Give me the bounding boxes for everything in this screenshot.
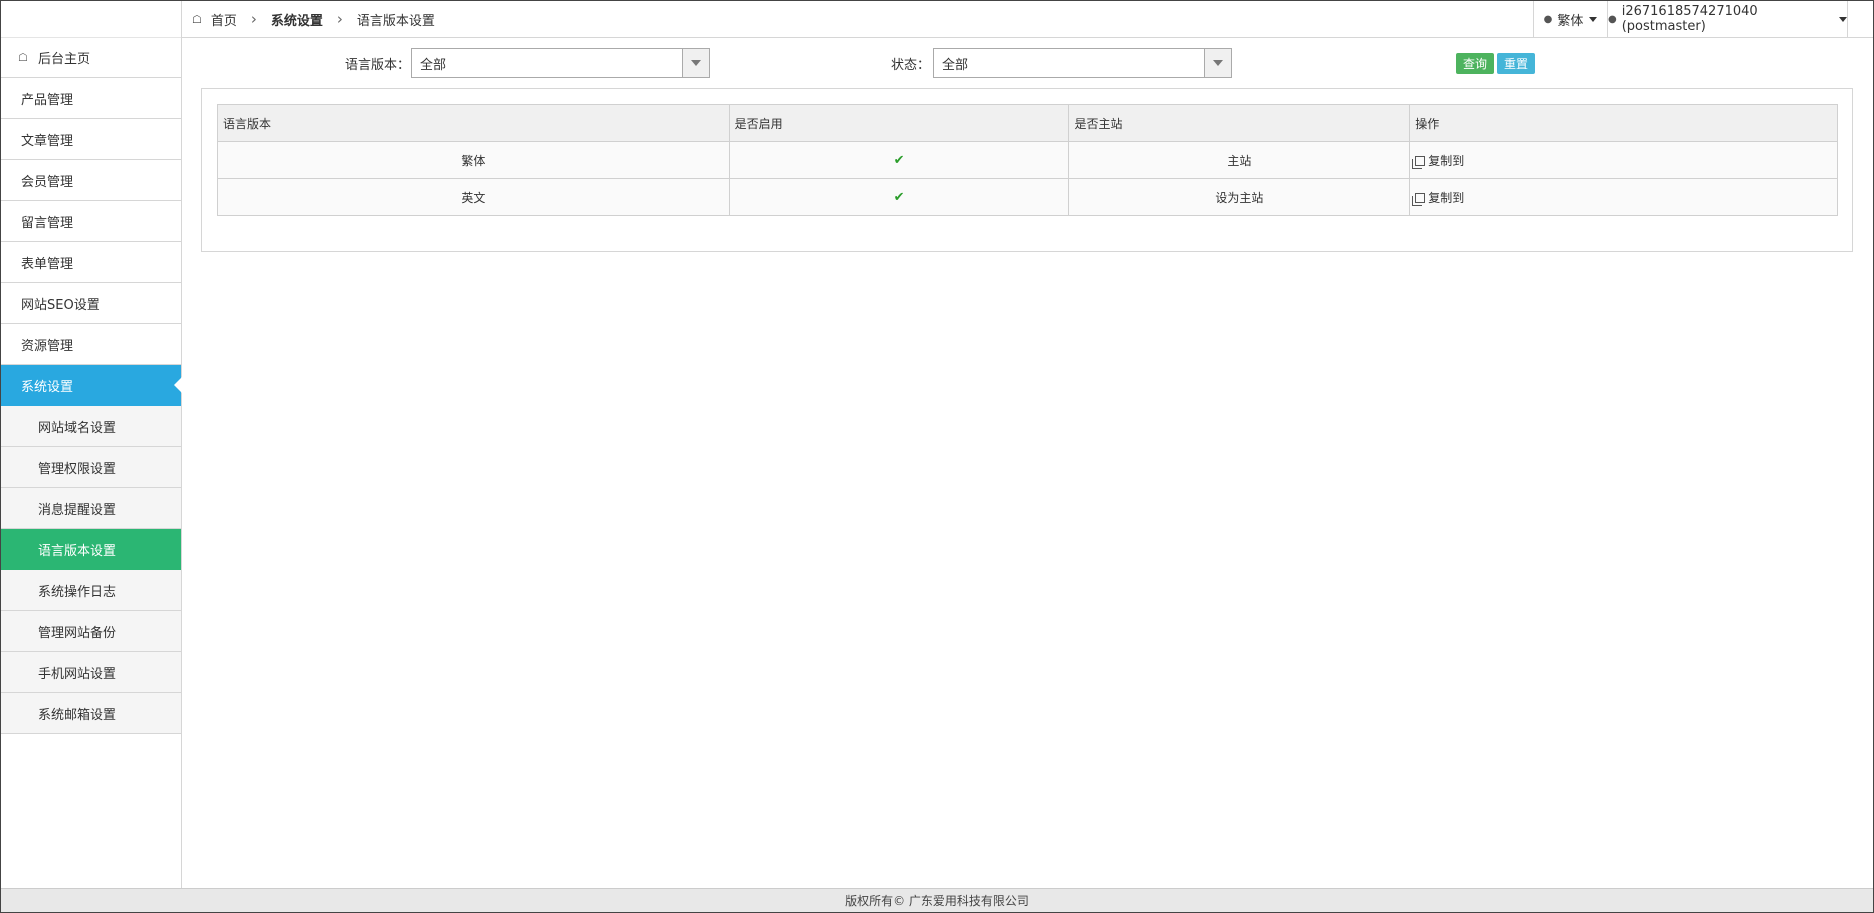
- language-cell: 繁体: [217, 141, 730, 179]
- table-header-row: 语言版本 是否启用 是否主站 操作: [217, 104, 1838, 142]
- caret-down-icon: [1589, 16, 1598, 22]
- sidebar-item-seo[interactable]: 网站SEO设置: [1, 283, 181, 324]
- submenu-item-label: 系统操作日志: [38, 584, 117, 600]
- main-site-cell: 主站: [1068, 141, 1411, 179]
- top-header: ☖ 首页 › 系统设置 › 语言版本设置 ● 繁体 ● i26716185742…: [182, 1, 1873, 38]
- language-menu-label: 繁体: [1557, 13, 1584, 29]
- sidebar-item-label: 留言管理: [21, 215, 74, 231]
- table-row: 英文 ✔ 设为主站 复制到: [217, 178, 1838, 216]
- reset-button[interactable]: 重置: [1497, 53, 1536, 74]
- user-icon: ●: [1608, 13, 1617, 25]
- language-select[interactable]: 全部: [411, 48, 710, 78]
- sidebar-item-label: 产品管理: [21, 92, 74, 108]
- language-table: 语言版本 是否启用 是否主站 操作 繁体 ✔ 主站 复制到 英文 ✔ 设为主站 …: [217, 104, 1838, 216]
- language-filter-label: 语言版本：: [345, 58, 411, 73]
- sidebar-item-system-settings[interactable]: 系统设置: [1, 365, 182, 406]
- submenu-item-backup[interactable]: 管理网站备份: [1, 611, 181, 652]
- breadcrumb-current: 语言版本设置: [356, 13, 435, 29]
- sidebar-item-label: 网站SEO设置: [21, 297, 100, 313]
- copy-to-link[interactable]: 复制到: [1412, 190, 1465, 206]
- column-header: 语言版本: [217, 104, 730, 142]
- column-header: 操作: [1409, 104, 1838, 142]
- user-menu[interactable]: ● i2671618574271040 (postmaster): [1608, 1, 1848, 37]
- action-cell: 复制到: [1409, 178, 1838, 216]
- status-filter-label: 状态：: [891, 58, 931, 73]
- chevron-right-icon: ›: [250, 10, 257, 28]
- query-button[interactable]: 查询: [1456, 53, 1495, 74]
- sidebar-item-articles[interactable]: 文章管理: [1, 119, 181, 160]
- main-site-cell: 设为主站: [1068, 178, 1411, 216]
- main-site-label: 主站: [1227, 153, 1252, 168]
- submenu-item-permissions[interactable]: 管理权限设置: [1, 447, 181, 488]
- enabled-cell: ✔: [728, 178, 1070, 216]
- sidebar-menu: 产品管理 文章管理 会员管理 留言管理 表单管理 网站SEO设置 资源管理 系统…: [1, 78, 182, 734]
- sidebar-item-products[interactable]: 产品管理: [1, 78, 181, 119]
- breadcrumb-home[interactable]: 首页: [211, 10, 237, 29]
- dropdown-arrow-icon[interactable]: [1204, 49, 1231, 77]
- sidebar-item-label: 资源管理: [21, 338, 74, 354]
- home-icon: ☖: [192, 12, 202, 26]
- action-cell: 复制到: [1409, 141, 1838, 179]
- user-menu-label: i2671618574271040 (postmaster): [1621, 4, 1758, 34]
- submenu-item-mobile[interactable]: 手机网站设置: [1, 652, 181, 693]
- copyright-text: 版权所有© 广东爱用科技有限公司: [845, 894, 1029, 908]
- language-select-value: 全部: [420, 57, 447, 73]
- content-panel: 语言版本 是否启用 是否主站 操作 繁体 ✔ 主站 复制到 英文 ✔ 设为主站 …: [201, 88, 1853, 252]
- enabled-cell: ✔: [728, 141, 1070, 179]
- submenu-item-label: 手机网站设置: [38, 666, 117, 682]
- set-main-site-link[interactable]: 设为主站: [1215, 191, 1263, 205]
- breadcrumb: ☖ 首页 › 系统设置 › 语言版本设置: [192, 1, 435, 37]
- table-row: 繁体 ✔ 主站 复制到: [217, 141, 1838, 179]
- copy-to-label: 复制到: [1428, 190, 1465, 205]
- copy-to-label: 复制到: [1428, 153, 1465, 168]
- submenu-item-label: 管理网站备份: [38, 625, 117, 641]
- submenu-item-language[interactable]: 语言版本设置: [1, 529, 181, 570]
- submenu-item-label: 管理权限设置: [38, 461, 117, 477]
- copy-icon: [1412, 155, 1426, 169]
- sidebar-item-label: 表单管理: [21, 256, 74, 272]
- language-cell: 英文: [217, 178, 730, 216]
- caret-down-icon: [1839, 16, 1847, 22]
- sidebar-item-members[interactable]: 会员管理: [1, 160, 181, 201]
- dropdown-arrow-icon[interactable]: [682, 49, 709, 77]
- sidebar-item-label: 系统设置: [21, 379, 74, 395]
- column-header: 是否主站: [1068, 104, 1411, 142]
- copy-to-link[interactable]: 复制到: [1412, 153, 1465, 169]
- sidebar-item-label: 后台主页: [38, 52, 91, 67]
- submenu-item-email[interactable]: 系统邮箱设置: [1, 693, 181, 734]
- sidebar-item-label: 文章管理: [21, 133, 74, 149]
- sidebar-item-messages[interactable]: 留言管理: [1, 201, 181, 242]
- checkmark-icon: ✔: [893, 152, 905, 168]
- copy-icon: [1412, 192, 1426, 206]
- footer: 版权所有© 广东爱用科技有限公司: [1, 888, 1873, 912]
- breadcrumb-section[interactable]: 系统设置: [271, 10, 323, 29]
- submenu-item-logs[interactable]: 系统操作日志: [1, 570, 181, 611]
- language-menu[interactable]: ● 繁体: [1533, 1, 1608, 37]
- sidebar-item-label: 会员管理: [21, 174, 74, 190]
- checkmark-icon: ✔: [893, 189, 905, 205]
- sidebar-item-forms[interactable]: 表单管理: [1, 242, 181, 283]
- submenu-item-label: 系统邮箱设置: [38, 707, 117, 723]
- column-header: 是否启用: [728, 104, 1070, 142]
- submenu-item-notifications[interactable]: 消息提醒设置: [1, 488, 181, 529]
- sidebar-item-home[interactable]: ☖ 后台主页: [1, 37, 181, 78]
- submenu-item-label: 网站域名设置: [38, 420, 117, 436]
- status-select-value: 全部: [942, 57, 969, 73]
- submenu-item-label: 消息提醒设置: [38, 502, 117, 518]
- sidebar: ☖ 后台主页 产品管理 文章管理 会员管理 留言管理 表单管理 网站SEO设置 …: [1, 1, 182, 888]
- sidebar-item-resources[interactable]: 资源管理: [1, 324, 181, 365]
- status-select[interactable]: 全部: [933, 48, 1232, 78]
- submenu-item-label: 语言版本设置: [38, 543, 117, 559]
- home-icon: ☖: [18, 51, 28, 64]
- submenu-item-domain[interactable]: 网站域名设置: [1, 406, 181, 447]
- chevron-right-icon: ›: [336, 10, 343, 28]
- user-icon: ●: [1543, 13, 1553, 25]
